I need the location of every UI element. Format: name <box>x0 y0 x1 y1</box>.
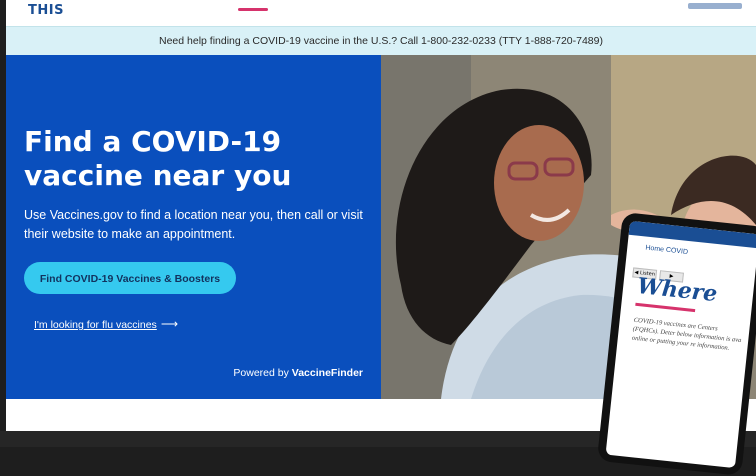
find-vaccines-button[interactable]: Find COVID-19 Vaccines & Boosters <box>24 262 236 294</box>
tablet-body-text: COVID-19 vaccines are Centers (FQHCs). D… <box>631 316 742 352</box>
flu-vaccine-link-text[interactable]: I'm looking for flu vaccines <box>34 319 157 331</box>
flu-vaccine-link[interactable]: I'm looking for flu vaccines ⟶ <box>34 317 178 331</box>
header-nav-link[interactable] <box>688 3 742 9</box>
vaccinefinder-brand[interactable]: VaccineFinder <box>292 367 363 379</box>
site-header: THIS <box>6 0 756 26</box>
hero-panel: Find a COVID-19 vaccine near you Use Vac… <box>6 55 381 399</box>
help-banner-text: Need help finding a COVID-19 vaccine in … <box>159 35 603 47</box>
powered-by: Powered by VaccineFinder <box>233 367 363 379</box>
tablet-screen: Home COVID ◀ Listen ▶ Where COVID-19 vacc… <box>605 220 756 469</box>
arrow-right-icon: ⟶ <box>160 317 179 331</box>
hero-subtitle: Use Vaccines.gov to find a location near… <box>24 208 363 241</box>
active-nav-indicator <box>238 8 268 11</box>
help-banner: Need help finding a COVID-19 vaccine in … <box>6 26 756 56</box>
site-logo[interactable]: THIS <box>28 3 64 18</box>
tablet-device: Home COVID ◀ Listen ▶ Where COVID-19 vacc… <box>596 212 756 476</box>
powered-by-prefix: Powered by <box>233 367 289 379</box>
hero-title: Find a COVID-19 vaccine near you <box>24 125 292 192</box>
